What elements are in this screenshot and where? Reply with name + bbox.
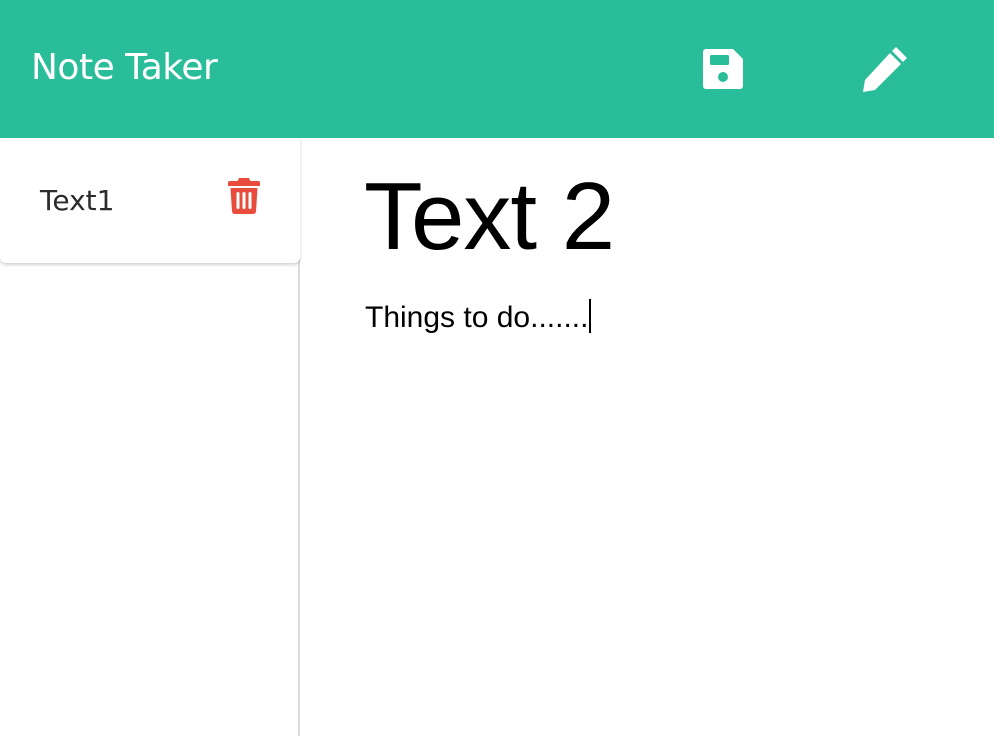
app-title[interactable]: Note Taker xyxy=(31,44,218,92)
pencil-icon xyxy=(863,47,907,92)
note-title-input[interactable] xyxy=(364,162,964,272)
note-list-item[interactable]: Text1 xyxy=(0,138,300,263)
navbar: Note Taker xyxy=(0,0,994,138)
text-cursor xyxy=(589,299,591,333)
note-text-content: Things to do....... xyxy=(365,301,589,334)
save-note-button[interactable] xyxy=(698,44,748,94)
note-text-area[interactable]: Things to do....... xyxy=(365,296,965,340)
save-icon xyxy=(703,49,743,89)
trash-icon xyxy=(228,178,260,215)
delete-note-button[interactable] xyxy=(226,176,262,216)
notes-sidebar: Text1 xyxy=(0,138,300,736)
note-list-item-title: Text1 xyxy=(40,184,115,217)
note-editor: Things to do....... xyxy=(302,138,994,736)
new-note-button[interactable] xyxy=(860,44,910,94)
